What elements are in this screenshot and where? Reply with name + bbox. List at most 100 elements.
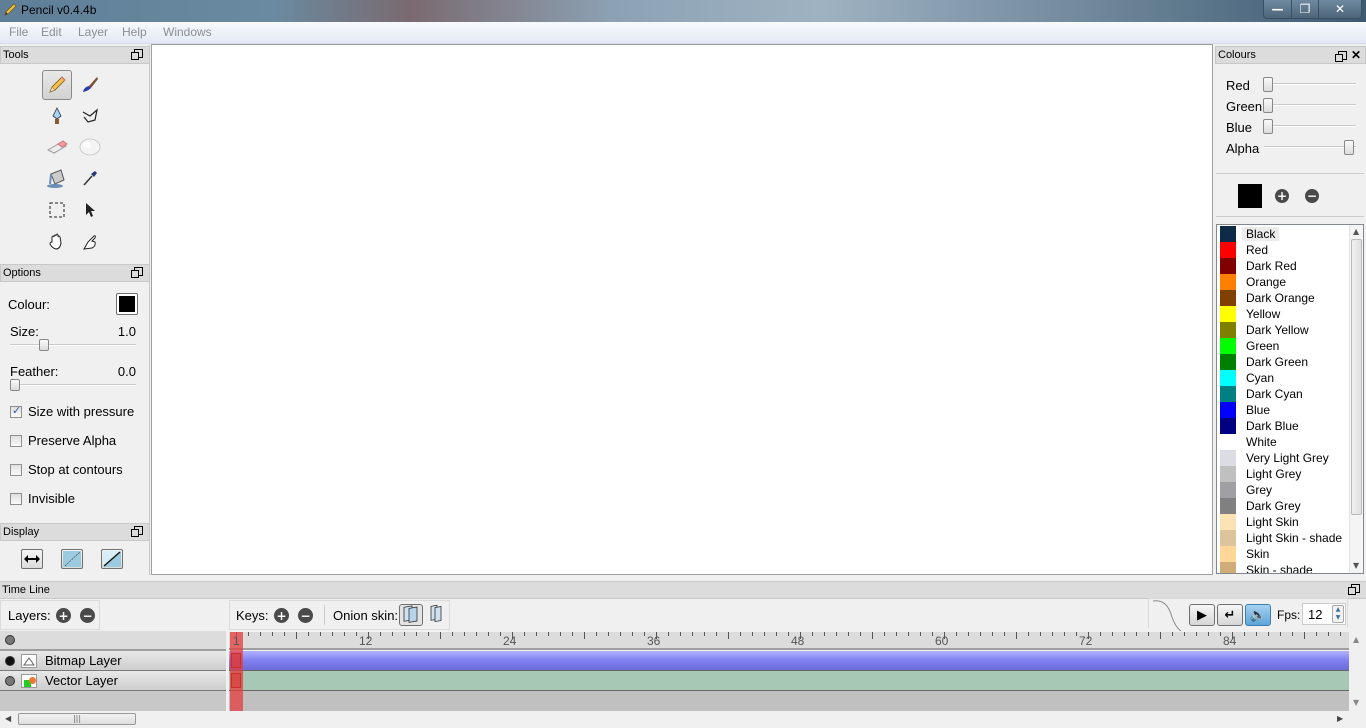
float-icon[interactable] [1348,584,1361,595]
alpha-slider-thumb[interactable] [1344,140,1354,155]
mirror-button[interactable] [21,549,43,569]
outlines-button[interactable] [101,549,123,569]
float-icon[interactable] [131,267,144,278]
layer-row[interactable]: Vector Layer [0,671,226,691]
palette-item[interactable]: Dark Red [1220,258,1350,274]
scroll-left-icon[interactable]: ◀ [5,714,11,723]
add-layer-icon[interactable]: + [56,608,71,623]
scroll-up-icon[interactable]: ▲ [1353,227,1359,236]
scroll-down-icon[interactable]: ▼ [1353,561,1359,570]
feather-slider-track[interactable] [10,384,136,386]
float-icon[interactable] [131,526,144,537]
layer-visibility-toggle[interactable] [5,675,15,686]
float-icon[interactable] [131,49,144,60]
palette-item[interactable]: Dark Orange [1220,290,1350,306]
close-button[interactable]: ✕ [1318,0,1361,18]
play-button[interactable]: ▶ [1189,604,1215,626]
scroll-up-icon[interactable]: ▲ [1353,635,1359,644]
palette-item[interactable]: Grey [1220,482,1350,498]
onion-prev-button[interactable] [399,604,423,626]
palette-item[interactable]: Dark Blue [1220,418,1350,434]
preserve-alpha-checkbox[interactable] [10,435,22,447]
pencil-tool-button[interactable] [42,70,72,100]
maximize-button[interactable]: ❐ [1291,0,1318,18]
add-key-icon[interactable]: + [274,608,289,623]
palette-item[interactable]: Light Grey [1220,466,1350,482]
palette-item[interactable]: Orange [1220,274,1350,290]
onion-next-button[interactable] [427,604,445,626]
minimize-button[interactable]: — [1264,0,1291,18]
red-slider-track[interactable] [1268,83,1356,85]
palette-item[interactable]: Dark Cyan [1220,386,1350,402]
add-colour-icon[interactable]: + [1275,189,1289,203]
palette-item[interactable]: Very Light Grey [1220,450,1350,466]
size-slider-thumb[interactable] [39,339,49,351]
colour-swatch-button[interactable] [116,293,138,315]
scroll-down-icon[interactable]: ▼ [1353,698,1359,707]
timeline-vscroll[interactable]: ▲ ▼ [1349,631,1366,711]
blue-slider-track[interactable] [1268,125,1356,127]
palette-item[interactable]: Light Skin [1220,514,1350,530]
brush-tool-button[interactable] [75,70,105,100]
invisible-checkbox[interactable] [10,493,22,505]
layer-track[interactable] [229,651,1349,671]
stop-at-contours-checkbox[interactable] [10,464,22,476]
palette-scrollbar[interactable]: ▲ ▼ [1349,225,1363,573]
clear-tool-button[interactable] [75,227,105,257]
fps-stepper[interactable]: ▲ ▼ [1332,605,1344,623]
layer-track[interactable] [229,671,1349,691]
thin-lines-button[interactable] [61,549,83,569]
feather-slider-thumb[interactable] [10,379,20,391]
menu-layer[interactable]: Layer [78,25,108,39]
scrollbar-thumb[interactable] [1351,239,1362,515]
size-with-pressure-checkbox[interactable] [10,404,22,418]
palette-item[interactable]: Dark Green [1220,354,1350,370]
palette-item[interactable]: Blue [1220,402,1350,418]
remove-colour-icon[interactable]: − [1305,189,1319,203]
palette-item[interactable]: Skin [1220,546,1350,562]
green-slider-thumb[interactable] [1263,98,1273,113]
close-panel-icon[interactable]: ✕ [1351,47,1361,63]
fps-spinbox[interactable]: 12 ▲ ▼ [1302,603,1346,625]
blue-slider-thumb[interactable] [1263,119,1273,134]
green-slider-track[interactable] [1268,104,1356,106]
drawing-canvas[interactable] [151,44,1213,575]
palette-item[interactable]: Black [1220,226,1350,242]
remove-key-icon[interactable]: − [298,608,313,623]
smudge-tool-button[interactable] [75,132,105,162]
select-tool-button[interactable] [42,195,72,225]
alpha-slider-track[interactable] [1264,146,1356,148]
palette-item[interactable]: Light Skin - shade [1220,530,1350,546]
palette-item[interactable]: Red [1220,242,1350,258]
remove-layer-icon[interactable]: − [80,608,95,623]
menu-help[interactable]: Help [122,25,147,39]
move-tool-button[interactable] [75,195,105,225]
timeline-hscroll[interactable]: ◀ ||| ▶ [0,711,1349,728]
palette-item[interactable]: White [1220,434,1350,450]
menu-file[interactable]: File [9,25,28,39]
pen-tool-button[interactable] [42,101,72,131]
palette-item[interactable]: Cyan [1220,370,1350,386]
palette-item[interactable]: Yellow [1220,306,1350,322]
palette-item[interactable]: Dark Grey [1220,498,1350,514]
frame-ruler[interactable]: 12 24 36 48 60 72 84 [229,632,1349,650]
loop-button[interactable]: ↵ [1217,604,1243,626]
layer-visibility-toggle[interactable] [5,655,15,666]
polyline-tool-button[interactable] [75,101,105,131]
all-visible-toggle[interactable] [5,635,15,645]
eyedropper-tool-button[interactable] [75,163,105,193]
hand-tool-button[interactable] [42,227,72,257]
red-slider-thumb[interactable] [1263,77,1273,92]
menu-windows[interactable]: Windows [163,25,212,39]
menu-edit[interactable]: Edit [41,25,62,39]
palette-item[interactable]: Skin - shade [1220,562,1350,573]
float-icon[interactable] [1335,49,1347,65]
bucket-tool-button[interactable] [42,163,72,193]
hscroll-thumb[interactable]: ||| [18,713,136,725]
palette-item[interactable]: Dark Yellow [1220,322,1350,338]
palette-item[interactable]: Green [1220,338,1350,354]
eraser-tool-button[interactable] [42,132,72,162]
layer-row[interactable]: Bitmap Layer [0,651,226,671]
scroll-right-icon[interactable]: ▶ [1337,714,1343,723]
sound-button[interactable]: 🔈 [1245,604,1271,626]
